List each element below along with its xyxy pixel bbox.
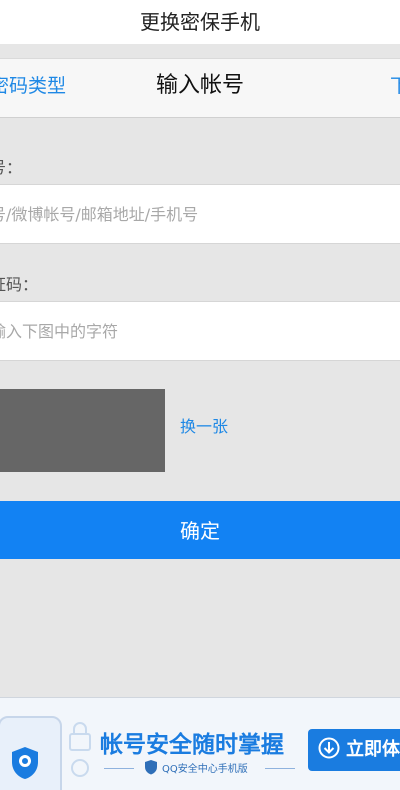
captcha-image[interactable] [0, 389, 165, 472]
download-button[interactable]: 立即体验 [308, 729, 400, 771]
captcha-field-container [0, 301, 400, 361]
account-input[interactable] [0, 185, 390, 243]
captcha-label: 证码： [0, 275, 39, 294]
lock-icon [69, 722, 91, 777]
promo-banner[interactable]: 帐号安全随时掌握 QQ安全中心手机版 立即体验 [0, 697, 400, 790]
confirm-button[interactable]: 确定 [0, 501, 400, 559]
nav-title: 输入帐号 [155, 73, 244, 98]
page-title: 更换密保手机 [0, 0, 400, 44]
refresh-captcha-link[interactable]: 换一张 [180, 413, 228, 437]
navbar: 密码类型 输入帐号 下 [0, 58, 400, 118]
account-label: 号： [0, 158, 23, 177]
banner-divider-left [104, 768, 134, 769]
banner-divider-right [265, 768, 295, 769]
download-label: 立即体验 [346, 739, 400, 760]
shield-icon [12, 747, 38, 779]
captcha-input[interactable] [0, 302, 390, 360]
banner-headline: 帐号安全随时掌握 [100, 732, 284, 758]
mini-shield-icon [145, 760, 157, 775]
account-field-container [0, 184, 400, 244]
banner-subline: QQ安全中心手机版 [162, 764, 248, 775]
next-button[interactable]: 下 [390, 59, 400, 117]
download-icon [318, 737, 340, 759]
